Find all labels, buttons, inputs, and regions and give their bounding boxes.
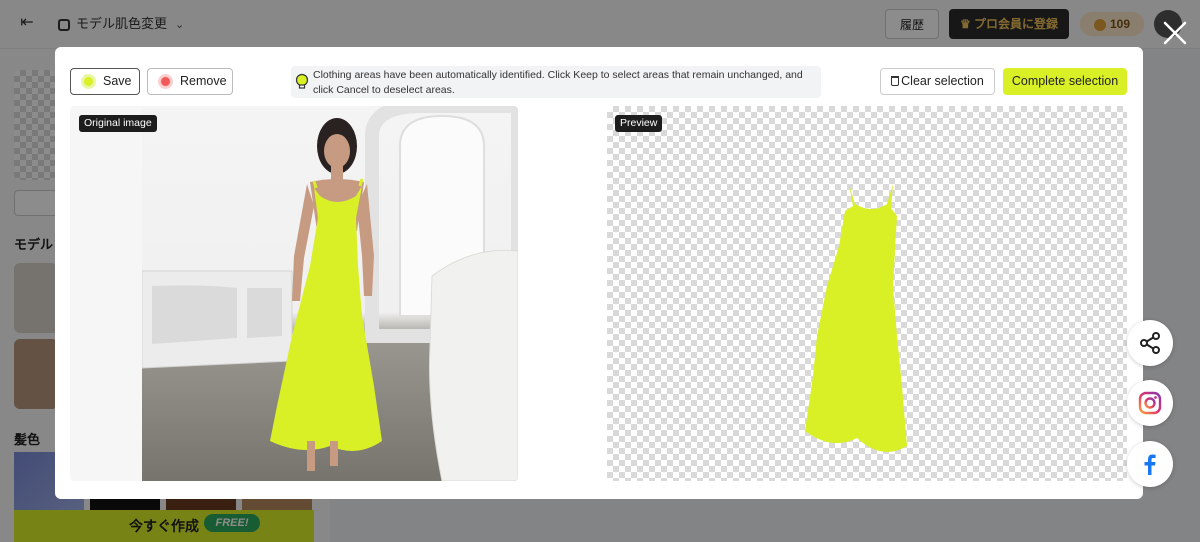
- original-image-panel[interactable]: Original image: [70, 106, 518, 481]
- clothing-selection-modal: Save Remove Clothing areas have been aut…: [55, 47, 1143, 499]
- hint-text: Clothing areas have been automatically i…: [313, 69, 803, 96]
- clear-selection-label: Clear selection: [901, 74, 984, 88]
- instagram-icon: [1138, 391, 1162, 415]
- lightbulb-icon: [295, 73, 309, 89]
- save-brush-button[interactable]: Save: [70, 68, 140, 95]
- preview-panel: Preview: [607, 106, 1127, 481]
- remove-label: Remove: [180, 74, 227, 88]
- close-icon[interactable]: [1160, 18, 1190, 48]
- save-dot-icon: [81, 74, 96, 89]
- photo-scene: [142, 106, 518, 481]
- facebook-button[interactable]: [1127, 441, 1173, 487]
- remove-dot-icon: [158, 74, 173, 89]
- remove-brush-button[interactable]: Remove: [147, 68, 233, 95]
- hint-box: Clothing areas have been automatically i…: [291, 66, 821, 98]
- save-label: Save: [103, 74, 132, 88]
- instagram-button[interactable]: [1127, 380, 1173, 426]
- share-button[interactable]: [1127, 320, 1173, 366]
- original-photo[interactable]: [142, 106, 518, 481]
- original-image-tag: Original image: [79, 115, 157, 132]
- share-icon: [1140, 332, 1160, 354]
- trash-icon: [891, 76, 900, 86]
- clear-selection-button[interactable]: Clear selection: [880, 68, 995, 95]
- dress-cutout: [805, 184, 907, 452]
- facebook-icon: [1144, 454, 1156, 475]
- complete-selection-button[interactable]: Complete selection: [1003, 68, 1127, 95]
- preview-tag: Preview: [615, 115, 663, 132]
